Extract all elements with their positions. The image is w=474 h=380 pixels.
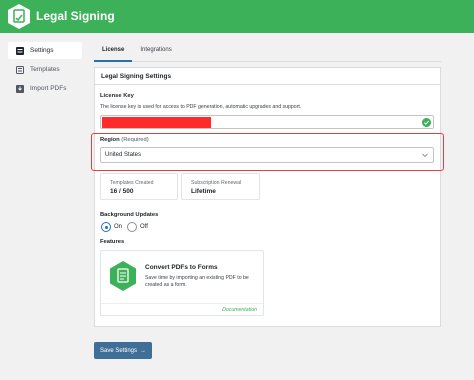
feature-card-convert-pdfs: Convert PDFs to Forms Save time by impor… — [100, 250, 264, 316]
sidebar-item-templates[interactable]: Templates — [8, 61, 82, 78]
background-updates-off-radio[interactable]: Off — [127, 222, 148, 232]
top-bar: Legal Signing — [0, 0, 474, 33]
documentation-link[interactable]: Documentation — [222, 307, 257, 313]
app-title: Legal Signing — [36, 9, 115, 23]
app-logo-icon — [8, 4, 30, 29]
sidebar-item-label: Templates — [30, 66, 60, 73]
feature-card-footer: Documentation — [101, 303, 263, 315]
stat-label: Templates Created — [110, 180, 154, 186]
background-updates-on-radio[interactable]: On — [101, 222, 122, 232]
stat-label: Subscription Renewal — [191, 180, 242, 186]
region-required-note: (Required) — [121, 137, 149, 143]
templates-created-card: Templates Created 16 / 500 — [100, 173, 178, 200]
sidebar-item-settings[interactable]: Settings — [8, 42, 82, 59]
redacted-license-key — [102, 117, 211, 128]
radio-selected-icon — [101, 222, 111, 232]
chevron-down-icon — [422, 153, 428, 158]
sidebar-item-import-pdfs[interactable]: Import PDFs — [8, 80, 82, 97]
arrow-right-icon: → — [140, 347, 147, 354]
license-key-label: License Key — [100, 93, 134, 99]
tab-integrations[interactable]: Integrations — [132, 42, 179, 62]
tab-license[interactable]: License — [94, 42, 133, 62]
sidebar-item-label: Settings — [30, 47, 54, 54]
region-select[interactable]: United States — [100, 147, 434, 163]
templates-icon — [16, 65, 24, 74]
feature-description: Save time by importing an existing PDF t… — [145, 275, 249, 288]
panel-title: Legal Signing Settings — [95, 68, 440, 85]
check-circle-icon — [422, 118, 431, 127]
convert-pdf-icon — [110, 261, 136, 291]
feature-title: Convert PDFs to Forms — [145, 264, 218, 271]
region-label: Region (Required) — [100, 137, 149, 143]
subscription-renewal-card: Subscription Renewal Lifetime — [181, 173, 260, 200]
region-select-value: United States — [105, 152, 142, 158]
sidebar-item-label: Import PDFs — [30, 85, 67, 92]
settings-icon — [16, 46, 24, 55]
tab-bar: License Integrations — [94, 42, 441, 62]
radio-unselected-icon — [127, 222, 137, 232]
license-key-input[interactable] — [100, 115, 434, 129]
license-key-help: The license key is used for access to PD… — [100, 104, 302, 110]
save-button-label: Save Settings — [99, 347, 138, 354]
sidebar: Settings Templates Import PDFs — [8, 42, 82, 99]
import-icon — [16, 84, 24, 93]
features-label: Features — [100, 239, 125, 245]
stat-value: 16 / 500 — [110, 188, 134, 195]
background-updates-label: Background Updates — [100, 212, 159, 218]
save-settings-button[interactable]: Save Settings → — [94, 342, 152, 359]
stat-value: Lifetime — [191, 188, 216, 195]
